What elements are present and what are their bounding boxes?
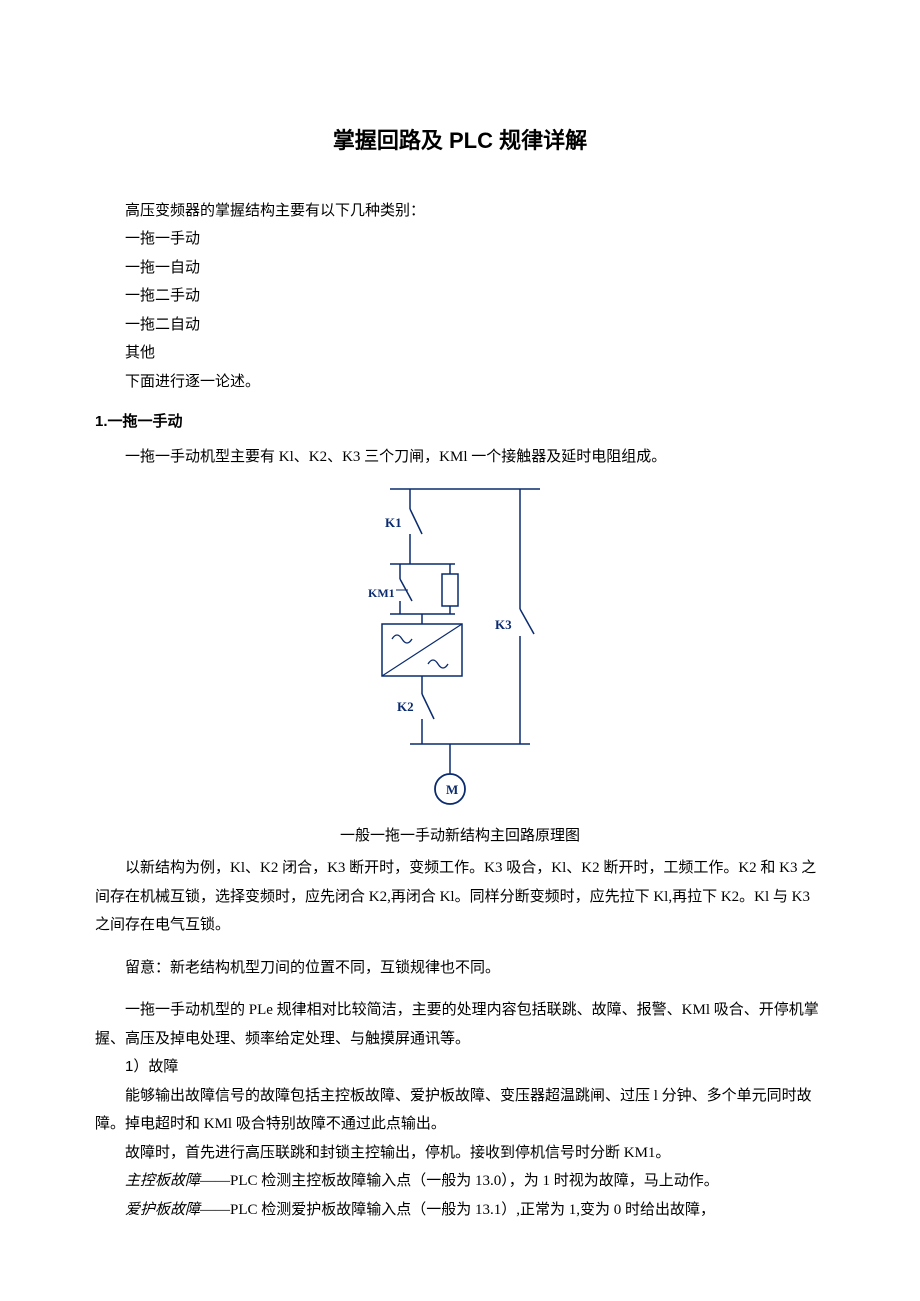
intro-item: 一拖二自动 xyxy=(95,311,825,340)
paragraph: 主控板故障——PLC 检测主控板故障输入点（一般为 13.0），为 1 时视为故… xyxy=(95,1167,825,1196)
circuit-diagram: K1 KM1 K2 K3 M xyxy=(95,479,825,820)
intro-line: 高压变频器的掌握结构主要有以下几种类别： xyxy=(95,197,825,226)
paragraph: 爱护板故障——PLC 检测爱护板故障输入点（一般为 13.1）,正常为 1,变为… xyxy=(95,1196,825,1225)
paragraph: 留意：新老结构机型刀间的位置不同，互锁规律也不同。 xyxy=(95,954,825,983)
diagram-caption: 一般一拖一手动新结构主回路原理图 xyxy=(95,822,825,851)
svg-text:K3: K3 xyxy=(495,617,512,632)
intro-item: 其他 xyxy=(95,339,825,368)
svg-text:M: M xyxy=(446,782,458,797)
intro-item: 一拖一手动 xyxy=(95,225,825,254)
svg-text:K1: K1 xyxy=(385,515,402,530)
paragraph: 一拖一手动机型主要有 Kl、K2、K3 三个刀闸，KMl 一个接触器及延时电阻组… xyxy=(95,443,825,472)
intro-block: 高压变频器的掌握结构主要有以下几种类别： 一拖一手动 一拖一自动 一拖二手动 一… xyxy=(95,197,825,397)
section-heading: 1.一拖一手动 xyxy=(95,408,825,437)
paragraph: 一拖一手动机型的 PLe 规律相对比较简洁，主要的处理内容包括联跳、故障、报警、… xyxy=(95,996,825,1053)
document-title: 掌握回路及 PLC 规律详解 xyxy=(95,120,825,162)
intro-item: 一拖二手动 xyxy=(95,282,825,311)
paragraph: 能够输出故障信号的故障包括主控板故障、爱护板故障、变压器超温跳闸、过压 l 分钟… xyxy=(95,1082,825,1139)
intro-item: 一拖一自动 xyxy=(95,254,825,283)
sub-heading: 1）故障 xyxy=(95,1053,825,1082)
paragraph: 故障时，首先进行高压联跳和封锁主控输出，停机。接收到停机信号时分断 KM1。 xyxy=(95,1139,825,1168)
intro-line: 下面进行逐一论述。 xyxy=(95,368,825,397)
paragraph: 以新结构为例，Kl、K2 闭合，K3 断开时，变频工作。K3 吸合，Kl、K2 … xyxy=(95,854,825,940)
svg-text:KM1: KM1 xyxy=(368,586,395,600)
svg-text:K2: K2 xyxy=(397,699,414,714)
